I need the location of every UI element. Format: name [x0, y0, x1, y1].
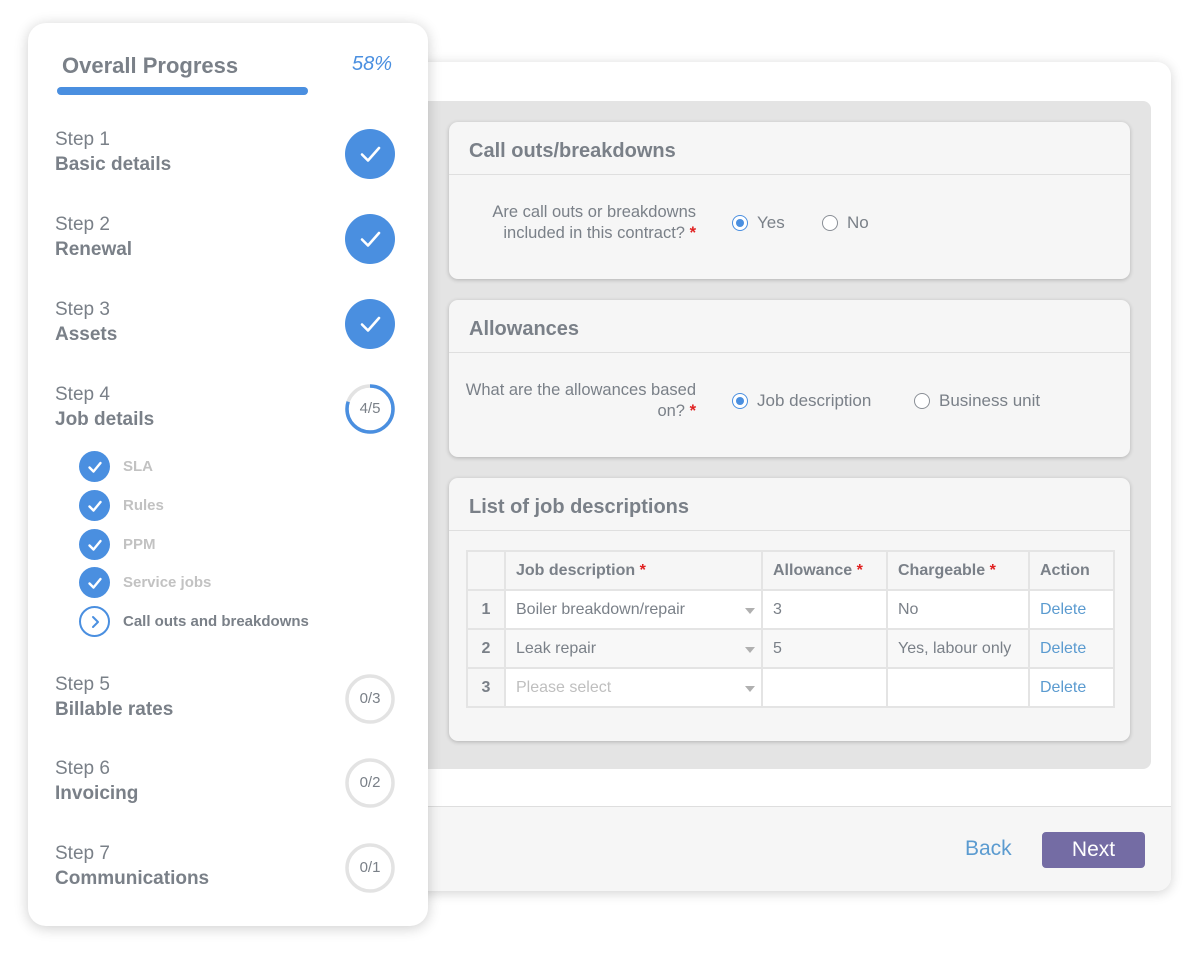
check-icon [87, 539, 102, 551]
delete-link[interactable]: Delete [1028, 589, 1115, 630]
job-list-title: List of job descriptions [449, 478, 1130, 531]
overall-progress-fill [57, 87, 308, 95]
required-mark: * [689, 402, 696, 420]
callouts-card: Call outs/breakdowns Are call outs or br… [449, 122, 1130, 279]
row-number: 2 [466, 628, 506, 669]
back-button[interactable]: Back [965, 837, 1012, 861]
header-chargeable: Chargeable * [886, 550, 1030, 591]
check-icon [87, 461, 102, 473]
delete-link[interactable]: Delete [1028, 628, 1115, 669]
progress-count: 0/1 [359, 859, 381, 876]
step-7-progress-ring: 0/1 [345, 843, 395, 893]
next-button[interactable]: Next [1042, 832, 1145, 868]
allowances-card: Allowances What are the allowances based… [449, 300, 1130, 457]
table-header-row: Job description * Allowance * Chargeable… [466, 550, 1115, 591]
check-icon [87, 500, 102, 512]
callouts-question: Are call outs or breakdowns included in … [492, 203, 696, 242]
progress-count: 0/3 [359, 690, 381, 707]
substep-rules[interactable]: Rules [79, 490, 164, 521]
chevron-down-icon[interactable] [745, 608, 755, 614]
overall-progress-bar [57, 87, 308, 95]
check-icon [87, 577, 102, 589]
footer-bar: Back Next [400, 806, 1171, 891]
step-3[interactable]: Step 3 Assets [55, 298, 400, 358]
step-5-progress-ring: 0/3 [345, 674, 395, 724]
radio-job-description[interactable]: Job description [732, 391, 871, 411]
substep-ppm[interactable]: PPM [79, 529, 156, 560]
substep-call-outs[interactable]: Call outs and breakdowns [79, 606, 309, 637]
step-2-complete-badge [345, 214, 395, 264]
job-description-select[interactable]: Leak repair [504, 628, 763, 669]
step-3-complete-badge [345, 299, 395, 349]
allowance-input[interactable]: 3 [761, 589, 888, 630]
radio-yes[interactable]: Yes [732, 213, 785, 233]
substep-sla[interactable]: SLA [79, 451, 153, 482]
progress-panel: Overall Progress 58% Step 1 Basic detail… [28, 23, 428, 926]
progress-count: 4/5 [359, 400, 381, 417]
step-6-progress-ring: 0/2 [345, 758, 395, 808]
header-num [466, 550, 506, 591]
step-5[interactable]: Step 5 Billable rates 0/3 [55, 673, 400, 733]
chargeable-select[interactable] [886, 667, 1030, 708]
overall-progress-percent: 58% [351, 53, 392, 75]
step-1-complete-badge [345, 129, 395, 179]
radio-no-input[interactable] [822, 215, 838, 231]
required-mark: * [689, 224, 696, 242]
check-icon [360, 146, 381, 162]
allowances-title: Allowances [449, 300, 1130, 353]
allowances-question-row: What are the allowances based on? * Job … [449, 353, 1130, 453]
progress-count: 0/2 [359, 774, 381, 791]
job-list-card: List of job descriptions Job description… [449, 478, 1130, 741]
chevron-down-icon[interactable] [745, 686, 755, 692]
check-icon [360, 316, 381, 332]
callouts-title: Call outs/breakdowns [449, 122, 1130, 175]
delete-link[interactable]: Delete [1028, 667, 1115, 708]
select-placeholder: Please select [516, 678, 612, 696]
job-description-select[interactable]: Boiler breakdown/repair [504, 589, 763, 630]
radio-yes-input[interactable] [732, 215, 748, 231]
row-number: 1 [466, 589, 506, 630]
chevron-right-icon [91, 615, 99, 628]
radio-job-description-input[interactable] [732, 393, 748, 409]
callouts-question-row: Are call outs or breakdowns included in … [449, 175, 1130, 275]
radio-business-unit[interactable]: Business unit [914, 391, 1040, 411]
step-7[interactable]: Step 7 Communications 0/1 [55, 842, 400, 902]
allowance-input[interactable]: 5 [761, 628, 888, 669]
overall-progress-title: Overall Progress [62, 53, 239, 78]
substep-service-jobs[interactable]: Service jobs [79, 567, 211, 598]
table-row: 1 Boiler breakdown/repair 3 No Delete [466, 589, 1115, 630]
chevron-down-icon[interactable] [745, 647, 755, 653]
step-4[interactable]: Step 4 Job details 4/5 [55, 383, 400, 443]
step-1[interactable]: Step 1 Basic details [55, 128, 400, 188]
step-2[interactable]: Step 2 Renewal [55, 213, 400, 273]
chargeable-select[interactable]: No [886, 589, 1030, 630]
job-description-select[interactable]: Please select [504, 667, 763, 708]
header-job-description: Job description * [504, 550, 763, 591]
table-row: 3 Please select Delete [466, 667, 1115, 708]
radio-business-unit-input[interactable] [914, 393, 930, 409]
step-4-progress-ring: 4/5 [345, 384, 395, 434]
header-action: Action [1028, 550, 1115, 591]
check-icon [360, 231, 381, 247]
radio-no[interactable]: No [822, 213, 869, 233]
chargeable-select[interactable]: Yes, labour only [886, 628, 1030, 669]
allowance-input[interactable] [761, 667, 888, 708]
allowances-question: What are the allowances based on? * [465, 381, 696, 420]
row-number: 3 [466, 667, 506, 708]
table-row: 2 Leak repair 5 Yes, labour only Delete [466, 628, 1115, 669]
job-descriptions-table: Job description * Allowance * Chargeable… [466, 550, 1115, 708]
step-6[interactable]: Step 6 Invoicing 0/2 [55, 757, 400, 817]
header-allowance: Allowance * [761, 550, 888, 591]
